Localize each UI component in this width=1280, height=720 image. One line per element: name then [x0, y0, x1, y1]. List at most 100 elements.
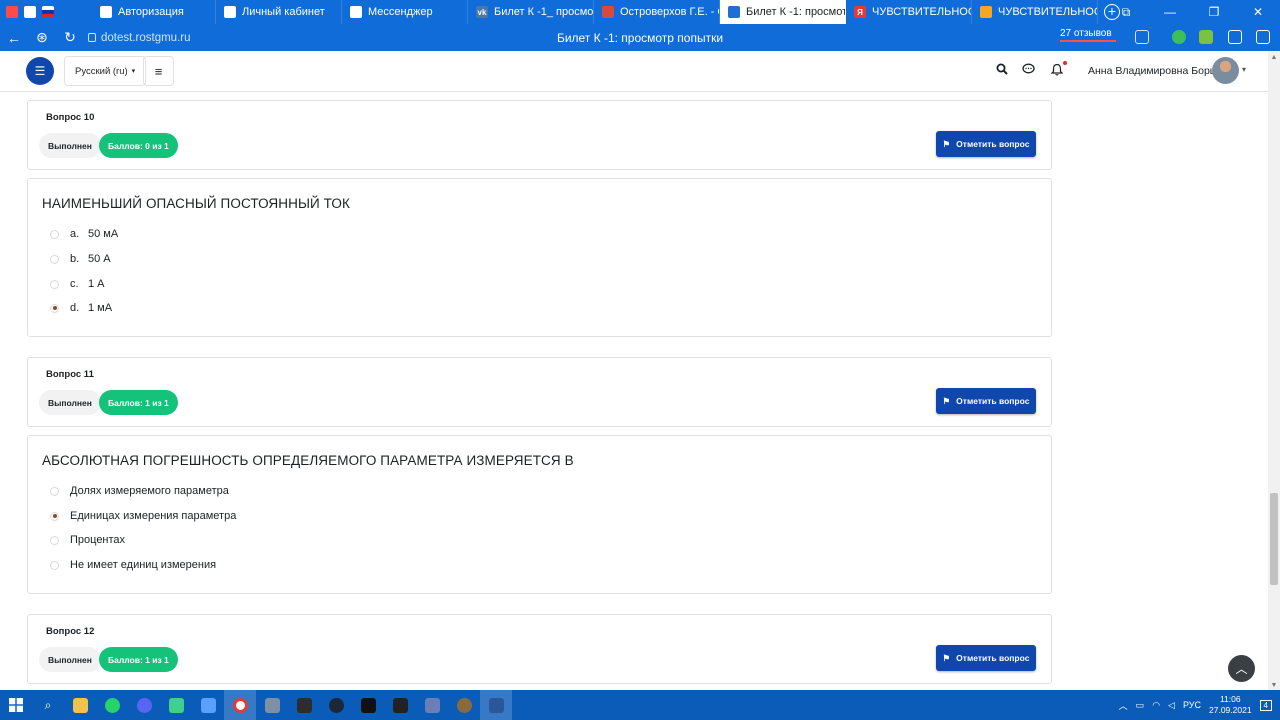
file-explorer-icon[interactable] [64, 690, 96, 720]
url-field[interactable]: dotest.rostgmu.ru [88, 32, 190, 44]
scroll-up-icon[interactable]: ▲ [1270, 54, 1278, 62]
clock[interactable]: 11:06 27.09.2021 [1209, 694, 1252, 716]
app-icon[interactable] [192, 690, 224, 720]
wifi-icon[interactable]: ◠ [1152, 700, 1160, 711]
back-icon[interactable]: ← [0, 30, 28, 46]
page-scrollbar[interactable] [1268, 51, 1280, 690]
answer-text: 1 мА [88, 302, 113, 314]
emblem-pinned-icon[interactable] [24, 6, 36, 18]
tab-label: Билет К -1: просмотр [746, 6, 846, 18]
steam-icon[interactable] [320, 690, 352, 720]
answer-letter: a. [70, 228, 80, 240]
user-name[interactable]: Анна Владимировна Борщ [1088, 65, 1218, 77]
tab-label: Авторизация [118, 6, 184, 18]
app-icon[interactable] [160, 690, 192, 720]
flag-icon: ⚑ [942, 138, 951, 149]
browser-tab[interactable]: Я ЧУВСТВИТЕЛЬНОСТЬ Д [846, 0, 972, 24]
keyboard-language[interactable]: РУС [1183, 700, 1201, 710]
question-number: Вопрос 10 [46, 112, 95, 123]
volume-icon[interactable]: ◁ [1168, 700, 1175, 711]
whatsapp-icon[interactable] [96, 690, 128, 720]
menu-button[interactable]: ≡ [143, 56, 174, 86]
grade-badge: Баллов: 1 из 1 [99, 390, 178, 415]
scroll-down-icon[interactable]: ▼ [1270, 682, 1278, 690]
flag-question-button[interactable]: ⚑ Отметить вопрос [936, 388, 1036, 414]
browser-tab[interactable]: Мессенджер [342, 0, 468, 24]
reload-icon[interactable]: ↻ [56, 29, 84, 46]
chevron-down-icon[interactable]: ▾ [1242, 65, 1246, 74]
answer-option: b. 50 А [50, 253, 111, 265]
browser-tab-strip: Авторизация Личный кабинет Мессенджер vk… [0, 0, 1280, 24]
search-icon[interactable]: ⌕ [32, 690, 64, 720]
flag-question-button[interactable]: ⚑ Отметить вопрос [936, 131, 1036, 157]
clock-date: 27.09.2021 [1209, 705, 1252, 715]
flag-icon: ⚑ [942, 395, 951, 406]
flag-icon: ⚑ [942, 652, 951, 663]
answer-letter: b. [70, 253, 80, 265]
vk-favicon-icon: vk [476, 6, 488, 18]
bell-icon[interactable] [1050, 63, 1064, 79]
app-icon[interactable] [416, 690, 448, 720]
minimize-icon[interactable]: — [1148, 5, 1192, 19]
radio-button-selected [50, 303, 59, 313]
tab-favicon-icon [100, 6, 112, 18]
notification-center-icon[interactable]: 4 [1259, 699, 1272, 711]
collections-icon[interactable] [1228, 30, 1242, 44]
bookmark-icon[interactable] [1135, 30, 1149, 44]
app-icon[interactable] [448, 690, 480, 720]
system-tray: ︿ ▭ ◠ ◁ РУС 11:06 27.09.2021 4 [1119, 690, 1280, 720]
flag-label: Отметить вопрос [956, 396, 1030, 406]
reviews-badge[interactable]: 27 отзывов [1060, 28, 1116, 42]
tab-favicon-icon [728, 6, 740, 18]
flag-question-button[interactable]: ⚑ Отметить вопрос [936, 645, 1036, 671]
browser-tab[interactable]: vk Билет К -1_ просмотр п [468, 0, 594, 24]
flag-label: Отметить вопрос [956, 139, 1030, 149]
grade-badge: Баллов: 1 из 1 [99, 647, 178, 672]
browser-tab[interactable]: ЧУВСТВИТЕЛЬНОСТЬ Д [972, 0, 1098, 24]
answer-text: 50 А [88, 253, 111, 265]
protect-check-icon[interactable] [1172, 30, 1186, 44]
browser-tab-active[interactable]: Билет К -1: просмотр× [720, 0, 846, 24]
language-menu[interactable]: Русский (ru) ▾ [64, 56, 147, 86]
radio-button [50, 254, 59, 264]
tab-label: ЧУВСТВИТЕЛЬНОСТЬ Д [872, 6, 971, 18]
back-to-top-button[interactable]: ︿ [1228, 655, 1255, 682]
chevron-up-icon[interactable]: ︿ [1119, 699, 1128, 712]
browser-tab[interactable]: Личный кабинет [216, 0, 342, 24]
calculator-icon[interactable] [256, 690, 288, 720]
app-icon[interactable] [288, 690, 320, 720]
lock-icon [88, 33, 96, 42]
word-icon[interactable] [480, 690, 512, 720]
discord-icon[interactable] [128, 690, 160, 720]
extensions-icon[interactable] [1256, 30, 1270, 44]
chevron-down-icon: ▾ [131, 68, 136, 75]
hamburger-icon: ≡ [154, 63, 163, 79]
tab-list-icon[interactable]: ⧉ [1104, 5, 1148, 20]
question-number: Вопрос 12 [46, 626, 95, 637]
start-button[interactable] [0, 690, 32, 720]
windows-logo-icon [9, 698, 23, 712]
avatar[interactable] [1212, 57, 1239, 84]
tab-favicon-icon [350, 6, 362, 18]
answer-letter: c. [70, 278, 79, 290]
flag-pinned-icon[interactable] [42, 6, 54, 18]
answer-option: Единицах измерения параметра [50, 510, 236, 522]
close-window-icon[interactable]: ✕ [1236, 5, 1280, 19]
app-icon[interactable] [352, 690, 384, 720]
restore-icon[interactable]: ❐ [1192, 5, 1236, 19]
download-icon[interactable] [1199, 30, 1213, 44]
browser-tab[interactable]: Островерхов Г.Е. - Опер [594, 0, 720, 24]
battery-icon[interactable]: ▭ [1136, 700, 1145, 711]
mail-pinned-icon[interactable] [6, 6, 18, 18]
yandex-browser-icon[interactable] [224, 690, 256, 720]
tab-label: ЧУВСТВИТЕЛЬНОСТЬ Д [998, 6, 1097, 18]
answer-option: c. 1 А [50, 278, 105, 290]
answer-letter: d. [70, 302, 80, 314]
search-icon[interactable] [996, 63, 1008, 78]
scrollbar-thumb[interactable] [1270, 493, 1278, 585]
messages-icon[interactable] [1022, 63, 1035, 78]
app-icon[interactable] [384, 690, 416, 720]
browser-tab[interactable]: Авторизация [92, 0, 216, 24]
drawer-toggle-button[interactable]: ☰ [26, 57, 54, 85]
protect-icon[interactable]: ⊛ [28, 29, 56, 46]
